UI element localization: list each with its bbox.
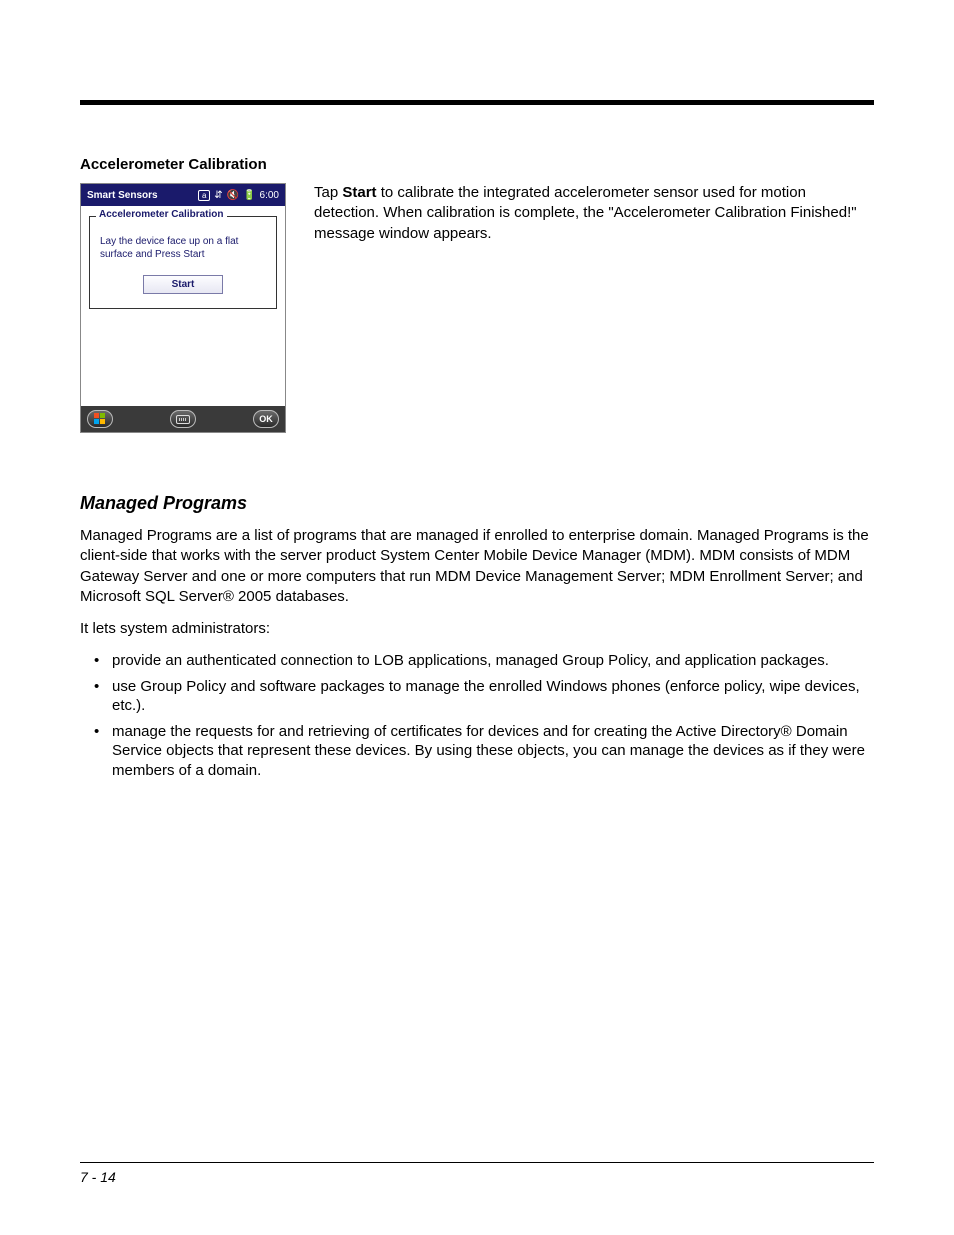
desc-pre: Tap	[314, 184, 342, 201]
device-status-icons: a ⇵ 🔇 🔋 6:00	[198, 190, 279, 201]
desc-bold: Start	[342, 184, 376, 201]
section-title-accelerometer: Accelerometer Calibration	[80, 156, 874, 173]
list-item: use Group Policy and software packages t…	[98, 677, 874, 716]
heading-managed-programs: Managed Programs	[80, 493, 874, 514]
ok-button[interactable]: OK	[253, 410, 279, 428]
sync-icon: ⇵	[214, 190, 222, 201]
managed-programs-para1: Managed Programs are a list of programs …	[80, 526, 874, 607]
page-footer: 7 - 14	[80, 1162, 874, 1185]
device-screenshot: Smart Sensors a ⇵ 🔇 🔋 6:00 Accelerometer…	[80, 183, 286, 433]
windows-start-button[interactable]	[87, 410, 113, 428]
windows-flag-icon	[94, 413, 106, 425]
battery-icon: 🔋	[243, 190, 255, 201]
input-mode-icon: a	[198, 190, 210, 201]
page-number: 7 - 14	[80, 1169, 116, 1185]
list-item: manage the requests for and retrieving o…	[98, 722, 874, 781]
keyboard-button[interactable]	[170, 410, 196, 428]
list-item: provide an authenticated connection to L…	[98, 651, 874, 671]
device-titlebar: Smart Sensors a ⇵ 🔇 🔋 6:00	[81, 184, 285, 206]
device-clock: 6:00	[260, 190, 279, 201]
device-body: Accelerometer Calibration Lay the device…	[81, 206, 285, 406]
accelerometer-description: Tap Start to calibrate the integrated ac…	[314, 183, 874, 244]
desc-post: to calibrate the integrated acceleromete…	[314, 184, 857, 242]
device-bottombar: OK	[81, 406, 285, 432]
managed-programs-para2: It lets system administrators:	[80, 619, 874, 639]
managed-programs-list: provide an authenticated connection to L…	[80, 651, 874, 780]
keyboard-icon	[176, 415, 190, 424]
device-app-title: Smart Sensors	[87, 190, 158, 201]
horizontal-rule	[80, 100, 874, 105]
calibration-instruction: Lay the device face up on a flat surface…	[100, 235, 266, 261]
volume-mute-icon: 🔇	[227, 190, 239, 201]
start-button[interactable]: Start	[143, 275, 223, 294]
fieldset-legend: Accelerometer Calibration	[96, 209, 227, 220]
calibration-fieldset: Accelerometer Calibration Lay the device…	[89, 216, 277, 309]
